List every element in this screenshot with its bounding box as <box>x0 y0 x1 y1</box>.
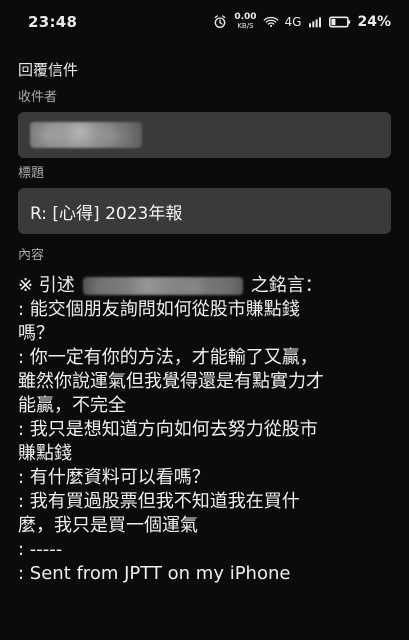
status-right: 0.00 KB/S 4G 24% <box>212 13 391 31</box>
recipient-label: 收件者 <box>18 90 58 105</box>
message-body[interactable]: ※ 引述 之銘言： : 能交個朋友詢問如何從股市賺點錢 嗎？ : 你一定有你的方… <box>18 274 391 586</box>
body-line-3: : 你一定有你的方法，才能輸了又贏， <box>18 347 318 368</box>
body-line-8: : 有什麼資料可以看嗎？ <box>18 467 210 488</box>
compose-form: 回覆信件 收件者 標題 R: [心得] 2023年報 內容 ※ 引述 之銘言： … <box>0 58 409 586</box>
body-line-2: 嗎？ <box>18 323 54 344</box>
alarm-icon <box>212 14 228 30</box>
network-speed-value: 0.00 <box>234 12 257 22</box>
body-line-12: : Sent from JPTT on my iPhone <box>18 563 291 584</box>
battery-icon <box>329 15 351 29</box>
page-title: 回覆信件 <box>18 61 79 79</box>
network-speed: 0.00 KB/S <box>234 13 256 31</box>
status-time: 23:48 <box>28 13 78 31</box>
reply-mail-screen: 23:48 0.00 KB/S 4G 24% 回覆信件 收件者 標題 R: [心… <box>0 0 409 640</box>
status-bar: 23:48 0.00 KB/S 4G 24% <box>0 0 409 44</box>
body-line-1: : 能交個朋友詢問如何從股市賺點錢 <box>18 299 300 320</box>
redacted-quote-author <box>82 277 243 295</box>
body-line-10: 麼，我只是買一個運氣 <box>18 515 198 536</box>
body-line-11: : ----- <box>18 539 63 560</box>
quote-header: ※ 引述 之銘言： <box>18 274 391 298</box>
network-type: 4G <box>284 15 302 29</box>
quote-prefix: ※ 引述 <box>18 275 75 296</box>
body-line-4: 雖然你說運氣但我覺得還是有點實力才 <box>18 371 324 392</box>
subject-value: R: [心得] 2023年報 <box>30 203 183 224</box>
body-line-9: : 我有買過股票但我不知道我在買什 <box>18 491 300 512</box>
wifi-icon <box>263 14 279 30</box>
redacted-recipient <box>30 122 142 148</box>
signal-icon <box>307 14 323 30</box>
body-line-5: 能贏，不完全 <box>18 395 126 416</box>
content-label: 內容 <box>18 248 45 263</box>
body-line-7: 賺點錢 <box>18 443 72 464</box>
subject-label: 標題 <box>18 166 45 181</box>
network-speed-unit: KB/S <box>237 22 254 30</box>
recipient-field[interactable] <box>18 112 391 158</box>
body-line-6: : 我只是想知道方向如何去努力從股市 <box>18 419 318 440</box>
battery-percent: 24% <box>357 14 391 30</box>
subject-field[interactable]: R: [心得] 2023年報 <box>18 188 391 234</box>
quote-suffix: 之銘言： <box>250 275 323 296</box>
